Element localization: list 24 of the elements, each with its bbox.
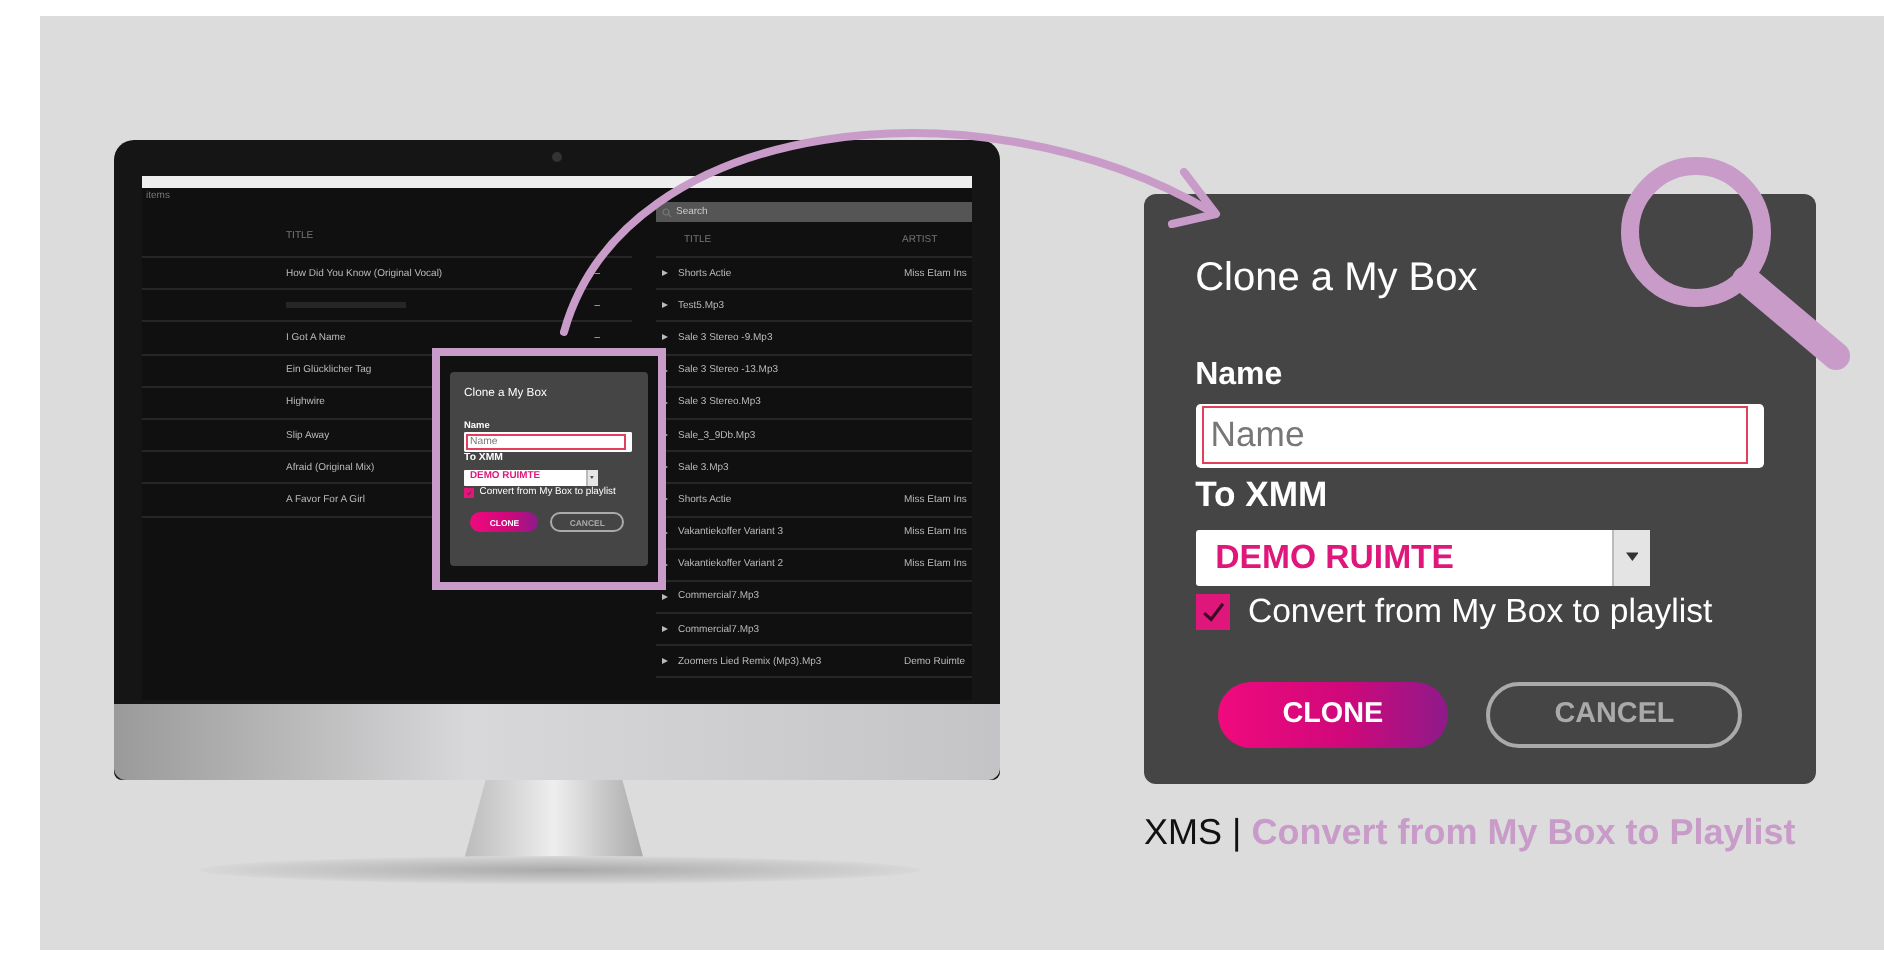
play-icon[interactable] [662, 626, 668, 633]
search-icon [662, 207, 672, 217]
caption-title: Convert from My Box to Playlist [1251, 812, 1796, 854]
caret-icon [590, 476, 595, 480]
checkbox[interactable] [1195, 593, 1231, 630]
clone-button[interactable]: CLONE [1217, 681, 1448, 749]
brand-name: XMS [1144, 812, 1223, 854]
play-icon[interactable] [662, 270, 668, 277]
play-icon[interactable] [662, 302, 668, 309]
separator: | [1232, 812, 1242, 854]
play-icon[interactable] [662, 658, 668, 665]
checkbox-label: Convert from My Box to playlist [1247, 591, 1713, 632]
cancel-button[interactable]: CANCEL [1486, 681, 1743, 749]
caret-icon [1625, 552, 1639, 562]
camera-icon [552, 152, 562, 162]
field-label: Name [1195, 358, 1285, 394]
magnifier-icon [1621, 157, 1850, 370]
play-icon[interactable] [662, 593, 668, 600]
dialog-title: Clone a My Box [1195, 254, 1480, 303]
checkbox[interactable] [464, 487, 475, 499]
field-label: To XMM [1195, 476, 1330, 516]
play-icon[interactable] [662, 334, 668, 341]
name-field[interactable]: Name [1195, 403, 1765, 468]
target-dropdown[interactable]: DEMO RUIMTE [1195, 529, 1650, 586]
